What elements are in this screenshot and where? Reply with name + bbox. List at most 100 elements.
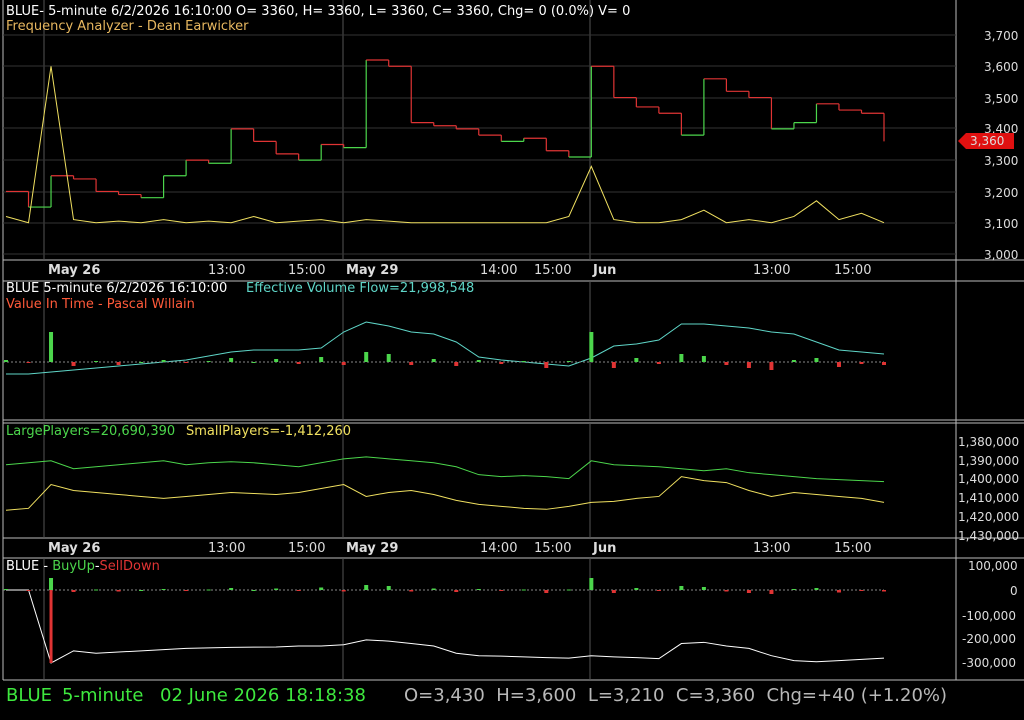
buyup-label: BuyUp	[52, 559, 95, 574]
p4-tick: -100,000	[962, 609, 1016, 623]
panel3-y-axis: 1,380,000 1,390,000 1,400,000 1,410,000 …	[958, 435, 1019, 543]
date-label: 13:00	[208, 263, 245, 278]
buysell-bar	[409, 590, 414, 592]
p3-tick: 1,420,000	[958, 510, 1019, 524]
small-players-line	[5, 476, 885, 511]
date-label: 14:00	[480, 263, 517, 278]
value-in-time-bar	[769, 362, 774, 370]
buysell-bar	[499, 590, 504, 591]
value-in-time-bar	[566, 361, 571, 362]
value-in-time-bar	[431, 359, 436, 362]
status-interval: 5-minute	[62, 685, 144, 706]
p1-tick: 3,500	[984, 92, 1018, 106]
p1-tick: 3,100	[984, 217, 1018, 231]
buysell-bar	[791, 589, 796, 590]
buysell-bar	[431, 588, 436, 590]
buysell-bar	[724, 590, 729, 592]
buysell-bar	[4, 589, 8, 590]
p3-tick: 1,410,000	[958, 491, 1019, 505]
value-in-time-bar	[544, 362, 549, 368]
selldown-label: SellDown	[100, 559, 160, 574]
p4-tick: -300,000	[962, 656, 1016, 670]
date-label: 13:00	[753, 263, 790, 278]
panel1-indicator-label: Frequency Analyzer - Dean Earwicker	[6, 19, 249, 34]
value-in-time-bar	[49, 332, 54, 362]
p4-tick: -200,000	[962, 632, 1016, 646]
p1-tick: 3,700	[984, 29, 1018, 43]
buysell-bar	[386, 586, 391, 590]
value-in-time-bar	[679, 354, 684, 362]
date-label: 15:00	[534, 263, 571, 278]
buysell-bar	[701, 587, 706, 590]
panel-frames	[2, 0, 1024, 681]
p4-tick: 0	[1010, 584, 1018, 598]
status-bar: BLUE 5-minute 02 June 2026 18:18:38 O=3,…	[0, 682, 1024, 720]
p3-tick: 1,400,000	[958, 472, 1019, 486]
value-in-time-bar	[746, 362, 751, 368]
value-in-time-bar	[882, 362, 886, 365]
buysell-bar	[296, 590, 301, 591]
value-in-time-bar	[454, 362, 459, 366]
date-label: 13:00	[208, 541, 245, 556]
panel2-header: BLUE 5-minute 6/2/2026 16:10:00	[6, 281, 227, 296]
value-in-time-bar	[611, 362, 616, 368]
date-label: May 29	[346, 541, 398, 556]
date-label: 15:00	[288, 541, 325, 556]
buysell-bar	[836, 590, 841, 593]
date-label: Jun	[592, 541, 616, 556]
value-in-time-bar	[701, 356, 706, 362]
buyup-selldown-line	[6, 589, 885, 664]
buysell-bar	[544, 590, 549, 593]
value-in-time-bar	[71, 362, 76, 366]
date-axis-bottom: May 26 13:00 15:00 May 29 14:00 15:00 Ju…	[48, 541, 871, 556]
buysell-bar	[364, 585, 369, 590]
value-in-time-bar	[94, 361, 99, 362]
value-in-time-bar	[589, 332, 594, 362]
buysell-bar	[71, 590, 76, 592]
value-in-time-bar	[791, 360, 796, 362]
value-in-time-bar	[184, 362, 189, 363]
value-in-time-bar	[274, 359, 279, 362]
buysell-bar	[26, 590, 31, 591]
buysell-bar	[184, 590, 189, 591]
date-label: 15:00	[834, 541, 871, 556]
panel4-y-axis: 100,000 0 -100,000 -200,000 -300,000	[962, 559, 1018, 670]
buysell-bar	[679, 586, 684, 590]
value-in-time-bar	[364, 352, 369, 362]
panel2-indicator-label: Value In Time - Pascal Willain	[6, 297, 195, 312]
status-datetime: 02 June 2026 18:18:38	[160, 685, 366, 706]
p4-tick: 100,000	[968, 559, 1018, 573]
buysell-bar	[94, 589, 99, 591]
value-in-time-bar	[26, 362, 31, 363]
buysell-bar	[251, 590, 256, 591]
selldown-spike	[49, 590, 53, 663]
large-players-line	[5, 456, 885, 483]
value-in-time-bar	[814, 358, 819, 362]
effective-volume-flow-line	[6, 321, 885, 375]
p1-tick: 3,000	[984, 248, 1018, 262]
panel4-label: BLUE - BuyUp-SellDown	[6, 559, 160, 574]
value-in-time-bar	[724, 362, 729, 365]
chart-canvas: BLUE- 5-minute 6/2/2026 16:10:00 O= 3360…	[2, 0, 1024, 681]
panel1-header: BLUE- 5-minute 6/2/2026 16:10:00 O= 3360…	[6, 4, 630, 19]
buysell-bar	[161, 589, 166, 590]
buysell-bar	[319, 587, 324, 590]
p3-tick: 1,380,000	[958, 435, 1019, 449]
value-in-time-bar	[4, 360, 8, 362]
p1-tick: 3,300	[984, 154, 1018, 168]
buysell-bar	[882, 590, 886, 592]
frequency-analyzer-line	[5, 66, 885, 224]
value-in-time-bar	[499, 362, 504, 364]
large-players-label: LargePlayers=20,690,390	[6, 424, 175, 439]
value-in-time-bar	[656, 362, 661, 364]
date-label: 15:00	[834, 263, 871, 278]
value-in-time-bar	[634, 358, 639, 362]
date-label: May 26	[48, 263, 100, 278]
buysell-bar	[521, 589, 526, 591]
buysell-bar	[341, 590, 346, 592]
value-in-time-bar	[476, 360, 481, 362]
buysell-bar	[814, 588, 819, 590]
panel4-symbol: BLUE -	[6, 559, 52, 574]
value-in-time-bar	[409, 362, 414, 365]
value-in-time-bar	[836, 362, 841, 367]
